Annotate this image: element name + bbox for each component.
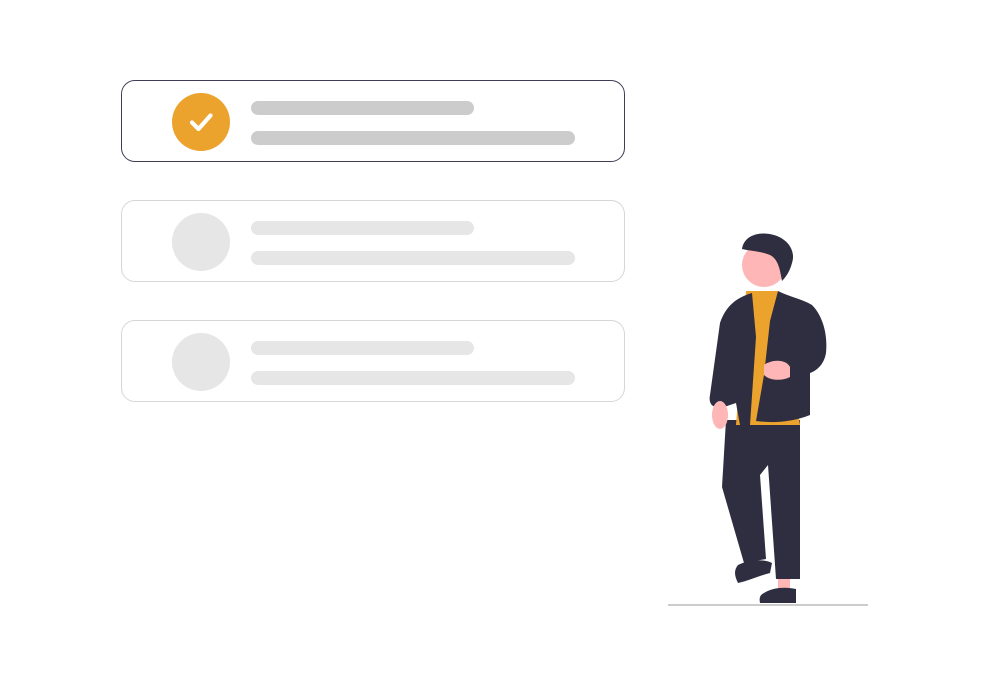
option-checkbox-empty[interactable] <box>172 213 230 271</box>
illustration-scene <box>0 0 988 686</box>
right-hand <box>764 360 790 380</box>
person-illustration <box>668 233 868 606</box>
option-description-placeholder <box>251 251 575 265</box>
option-checkbox-checked[interactable] <box>172 93 230 151</box>
option-title-placeholder <box>251 221 474 235</box>
check-icon <box>189 113 213 132</box>
option-title-placeholder <box>251 341 474 355</box>
option-checkbox-empty[interactable] <box>172 333 230 391</box>
option-card-unselected[interactable] <box>121 200 625 282</box>
option-description-placeholder <box>251 371 575 385</box>
pants <box>722 420 800 579</box>
option-card-unselected[interactable] <box>121 320 625 402</box>
left-shoe <box>735 560 772 583</box>
left-hand <box>712 401 728 429</box>
option-description-placeholder <box>251 131 575 145</box>
option-card-selected[interactable] <box>121 80 625 162</box>
right-shoe <box>759 587 796 603</box>
option-title-placeholder <box>251 101 474 115</box>
